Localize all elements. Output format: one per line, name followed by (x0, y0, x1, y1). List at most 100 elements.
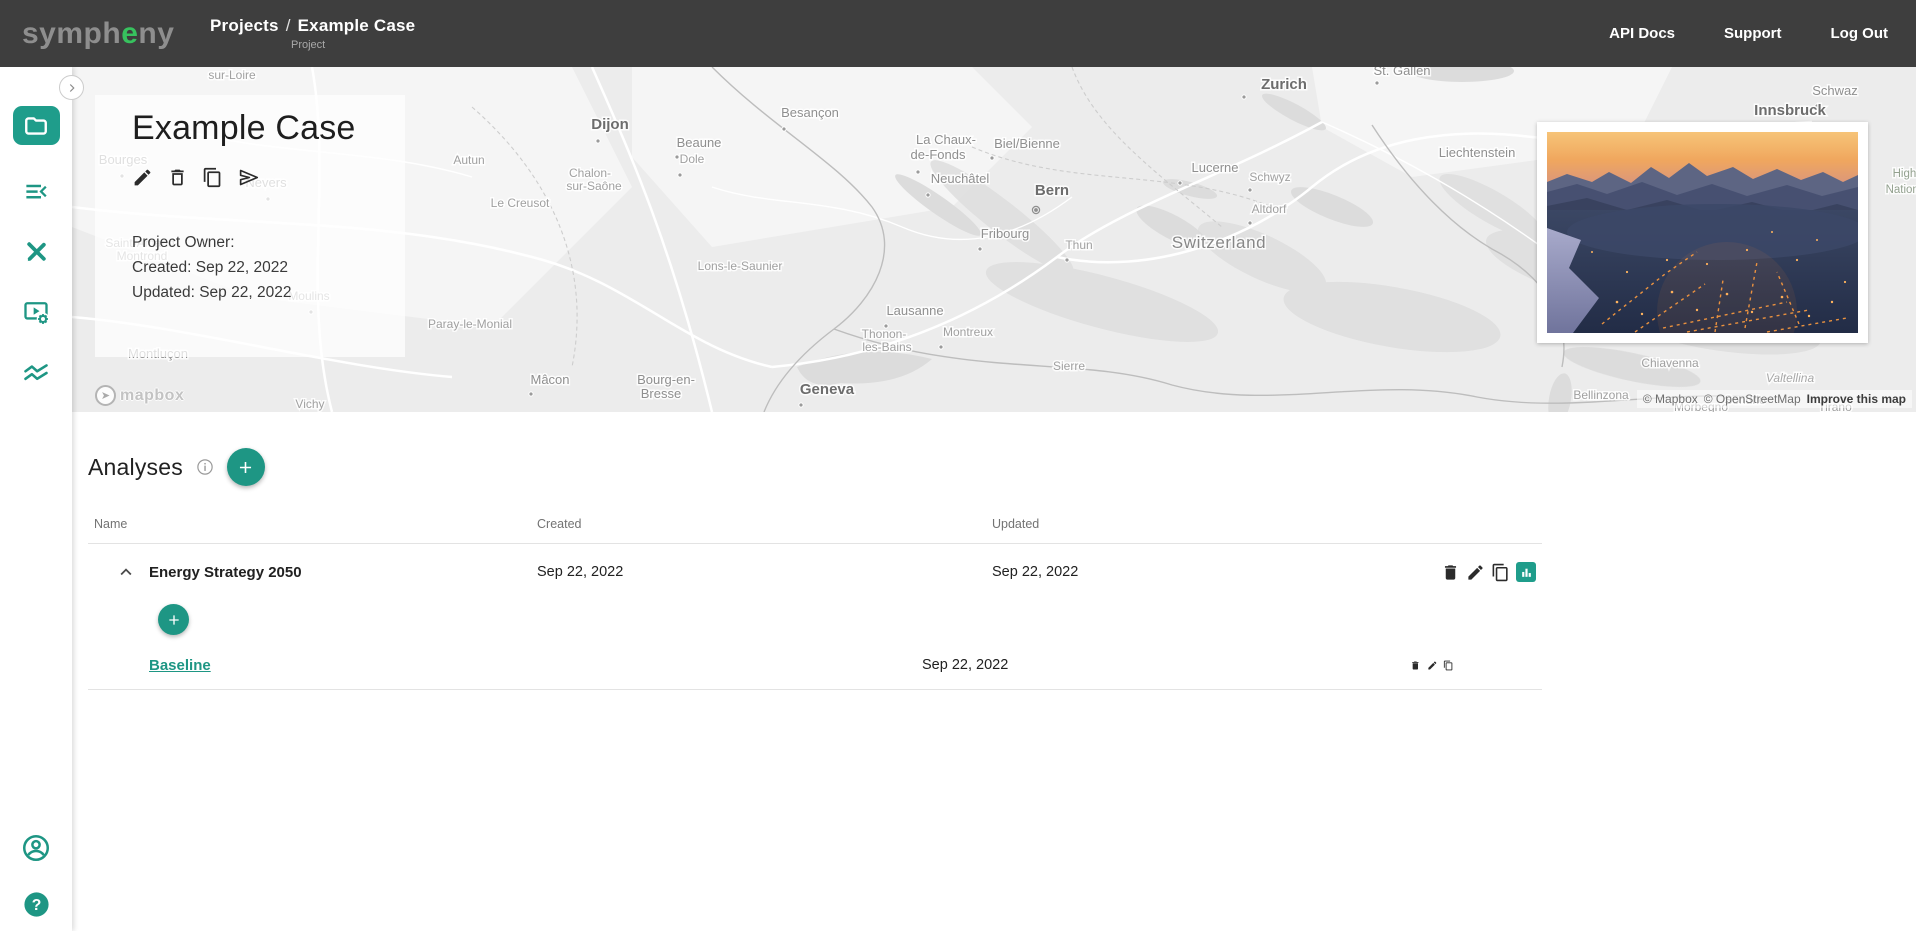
map-label: Switzerland (1172, 233, 1266, 252)
map-label: Lons-le-Saunier (698, 259, 783, 273)
project-title: Example Case (132, 109, 356, 147)
nested-scenarios (88, 604, 1542, 635)
collapse-row-button[interactable] (114, 560, 138, 584)
analyses-info-button[interactable] (196, 458, 214, 476)
edit-icon[interactable] (1466, 563, 1485, 582)
send-icon[interactable] (237, 167, 260, 188)
map-city-dot (1247, 220, 1253, 226)
map-city-dot (1064, 257, 1070, 263)
duplicate-icon[interactable] (1491, 563, 1510, 582)
folder-icon (25, 116, 47, 135)
map-label: Thun (1065, 238, 1092, 252)
breadcrumb-current[interactable]: Example Case (298, 16, 416, 35)
map-city-dot (677, 172, 683, 178)
sidebar-item-scenarios[interactable] (0, 145, 72, 205)
map-label: Mâcon (530, 372, 569, 387)
map-city-dot (938, 344, 944, 350)
map-label: Besançon (781, 105, 839, 120)
delete-icon[interactable] (1410, 656, 1421, 675)
analysis-name: Energy Strategy 2050 (149, 563, 302, 581)
sidebar-expand-button[interactable] (59, 75, 84, 100)
map-label: Innsbruck (1754, 102, 1826, 119)
plus-icon (240, 461, 252, 473)
support-link[interactable]: Support (1724, 25, 1782, 42)
mapbox-logo-word: mapbox (120, 386, 185, 404)
waves-chart-icon (24, 364, 48, 381)
row-actions (1410, 562, 1542, 582)
map-label: Nationalpar (1886, 184, 1916, 196)
column-header-updated: Updated (992, 516, 1040, 531)
analyses-section: Analyses Name Created Updated Energy Str… (72, 412, 1916, 690)
map-label: Lausanne (886, 303, 943, 318)
table-row: Energy Strategy 2050 Sep 22, 2022 Sep 22… (88, 544, 1542, 600)
breadcrumb-projects[interactable]: Projects (210, 16, 279, 35)
map-label: St. Gallen (1373, 67, 1430, 78)
map-city-dot (989, 155, 995, 161)
map-city-dot (915, 169, 921, 175)
map-label: Liechtenstein (1439, 145, 1516, 160)
project-owner: Project Owner: (132, 234, 235, 251)
scenario-link-baseline[interactable]: Baseline (149, 657, 211, 674)
media-settings-icon (24, 302, 50, 326)
map-label: Bourg-en- (637, 372, 695, 387)
map-label: Biel/Bienne (994, 136, 1060, 151)
header-nav: API Docs Support Log Out (1609, 25, 1888, 42)
bar-chart-icon (1521, 568, 1531, 577)
results-chart-button[interactable] (1516, 562, 1536, 582)
add-analysis-button[interactable] (226, 448, 265, 486)
map-label: Neuchâtel (931, 171, 990, 186)
attr-osm-link[interactable]: © OpenStreetMap (1704, 392, 1801, 406)
edit-icon[interactable] (132, 167, 153, 188)
improve-map-link[interactable]: Improve this map (1807, 392, 1906, 406)
map-city-dot (1177, 180, 1183, 186)
delete-icon[interactable] (167, 167, 188, 188)
project-photo (1547, 132, 1867, 382)
map-label: Dijon (591, 116, 629, 133)
sidebar-item-media-settings[interactable] (0, 265, 72, 326)
attr-mapbox-link[interactable]: © Mapbox (1643, 392, 1698, 406)
mapbox-logo[interactable]: ➤ mapbox (95, 385, 184, 406)
map-capital-marker (1034, 208, 1038, 212)
logout-link[interactable]: Log Out (1831, 25, 1888, 42)
map-label: de-Fonds (911, 147, 966, 162)
map-city-dot (781, 126, 787, 132)
map-label: Montreux (943, 325, 993, 339)
map-attribution: © Mapbox © OpenStreetMap Improve this ma… (1636, 390, 1912, 408)
api-docs-link[interactable]: API Docs (1609, 25, 1675, 42)
map-label: sur-Loire (208, 68, 256, 82)
map-label: Paray-le-Monial (428, 317, 512, 331)
info-icon (197, 459, 213, 475)
map-label: Valtellina (1766, 371, 1815, 385)
account-button[interactable] (21, 833, 51, 863)
project-meta: Project Owner: Created: Sep 22, 2022 Upd… (132, 230, 405, 305)
sympheny-logo[interactable]: sympheny (22, 17, 192, 51)
duplicate-icon[interactable] (1443, 656, 1454, 675)
table-header-row: Name Created Updated (88, 504, 1542, 544)
project-map[interactable]: sur-LoireBourgesNeversSaint-Amand-Montro… (72, 67, 1916, 412)
chevron-up-icon (120, 568, 132, 576)
analysis-created: Sep 22, 2022 (537, 564, 624, 580)
add-scenario-button[interactable] (158, 604, 189, 635)
map-label: Vichy (295, 397, 324, 411)
help-button[interactable]: ? (22, 890, 51, 919)
map-label: Thonon- (862, 327, 907, 341)
map-label: Schwyz (1249, 170, 1290, 184)
edit-icon[interactable] (1427, 656, 1438, 675)
map-city-dot (925, 192, 931, 198)
help-icon: ? (23, 892, 49, 917)
map-city-dot (1247, 187, 1253, 193)
plus-icon (168, 614, 179, 625)
duplicate-icon[interactable] (202, 167, 223, 188)
sidebar-nav (0, 67, 72, 387)
map-label: Chalon- (569, 166, 611, 180)
map-label: Dole (680, 152, 705, 166)
sidebar-item-results[interactable] (0, 326, 72, 387)
map-label: Altdorf (1252, 202, 1287, 216)
analyses-header: Analyses (88, 448, 1916, 486)
map-city-dot (528, 391, 534, 397)
sidebar-item-design[interactable] (0, 205, 72, 265)
analysis-group: Energy Strategy 2050 Sep 22, 2022 Sep 22… (88, 544, 1542, 690)
delete-icon[interactable] (1441, 563, 1460, 582)
map-city-dot (595, 138, 601, 144)
map-city-dot (798, 402, 804, 408)
